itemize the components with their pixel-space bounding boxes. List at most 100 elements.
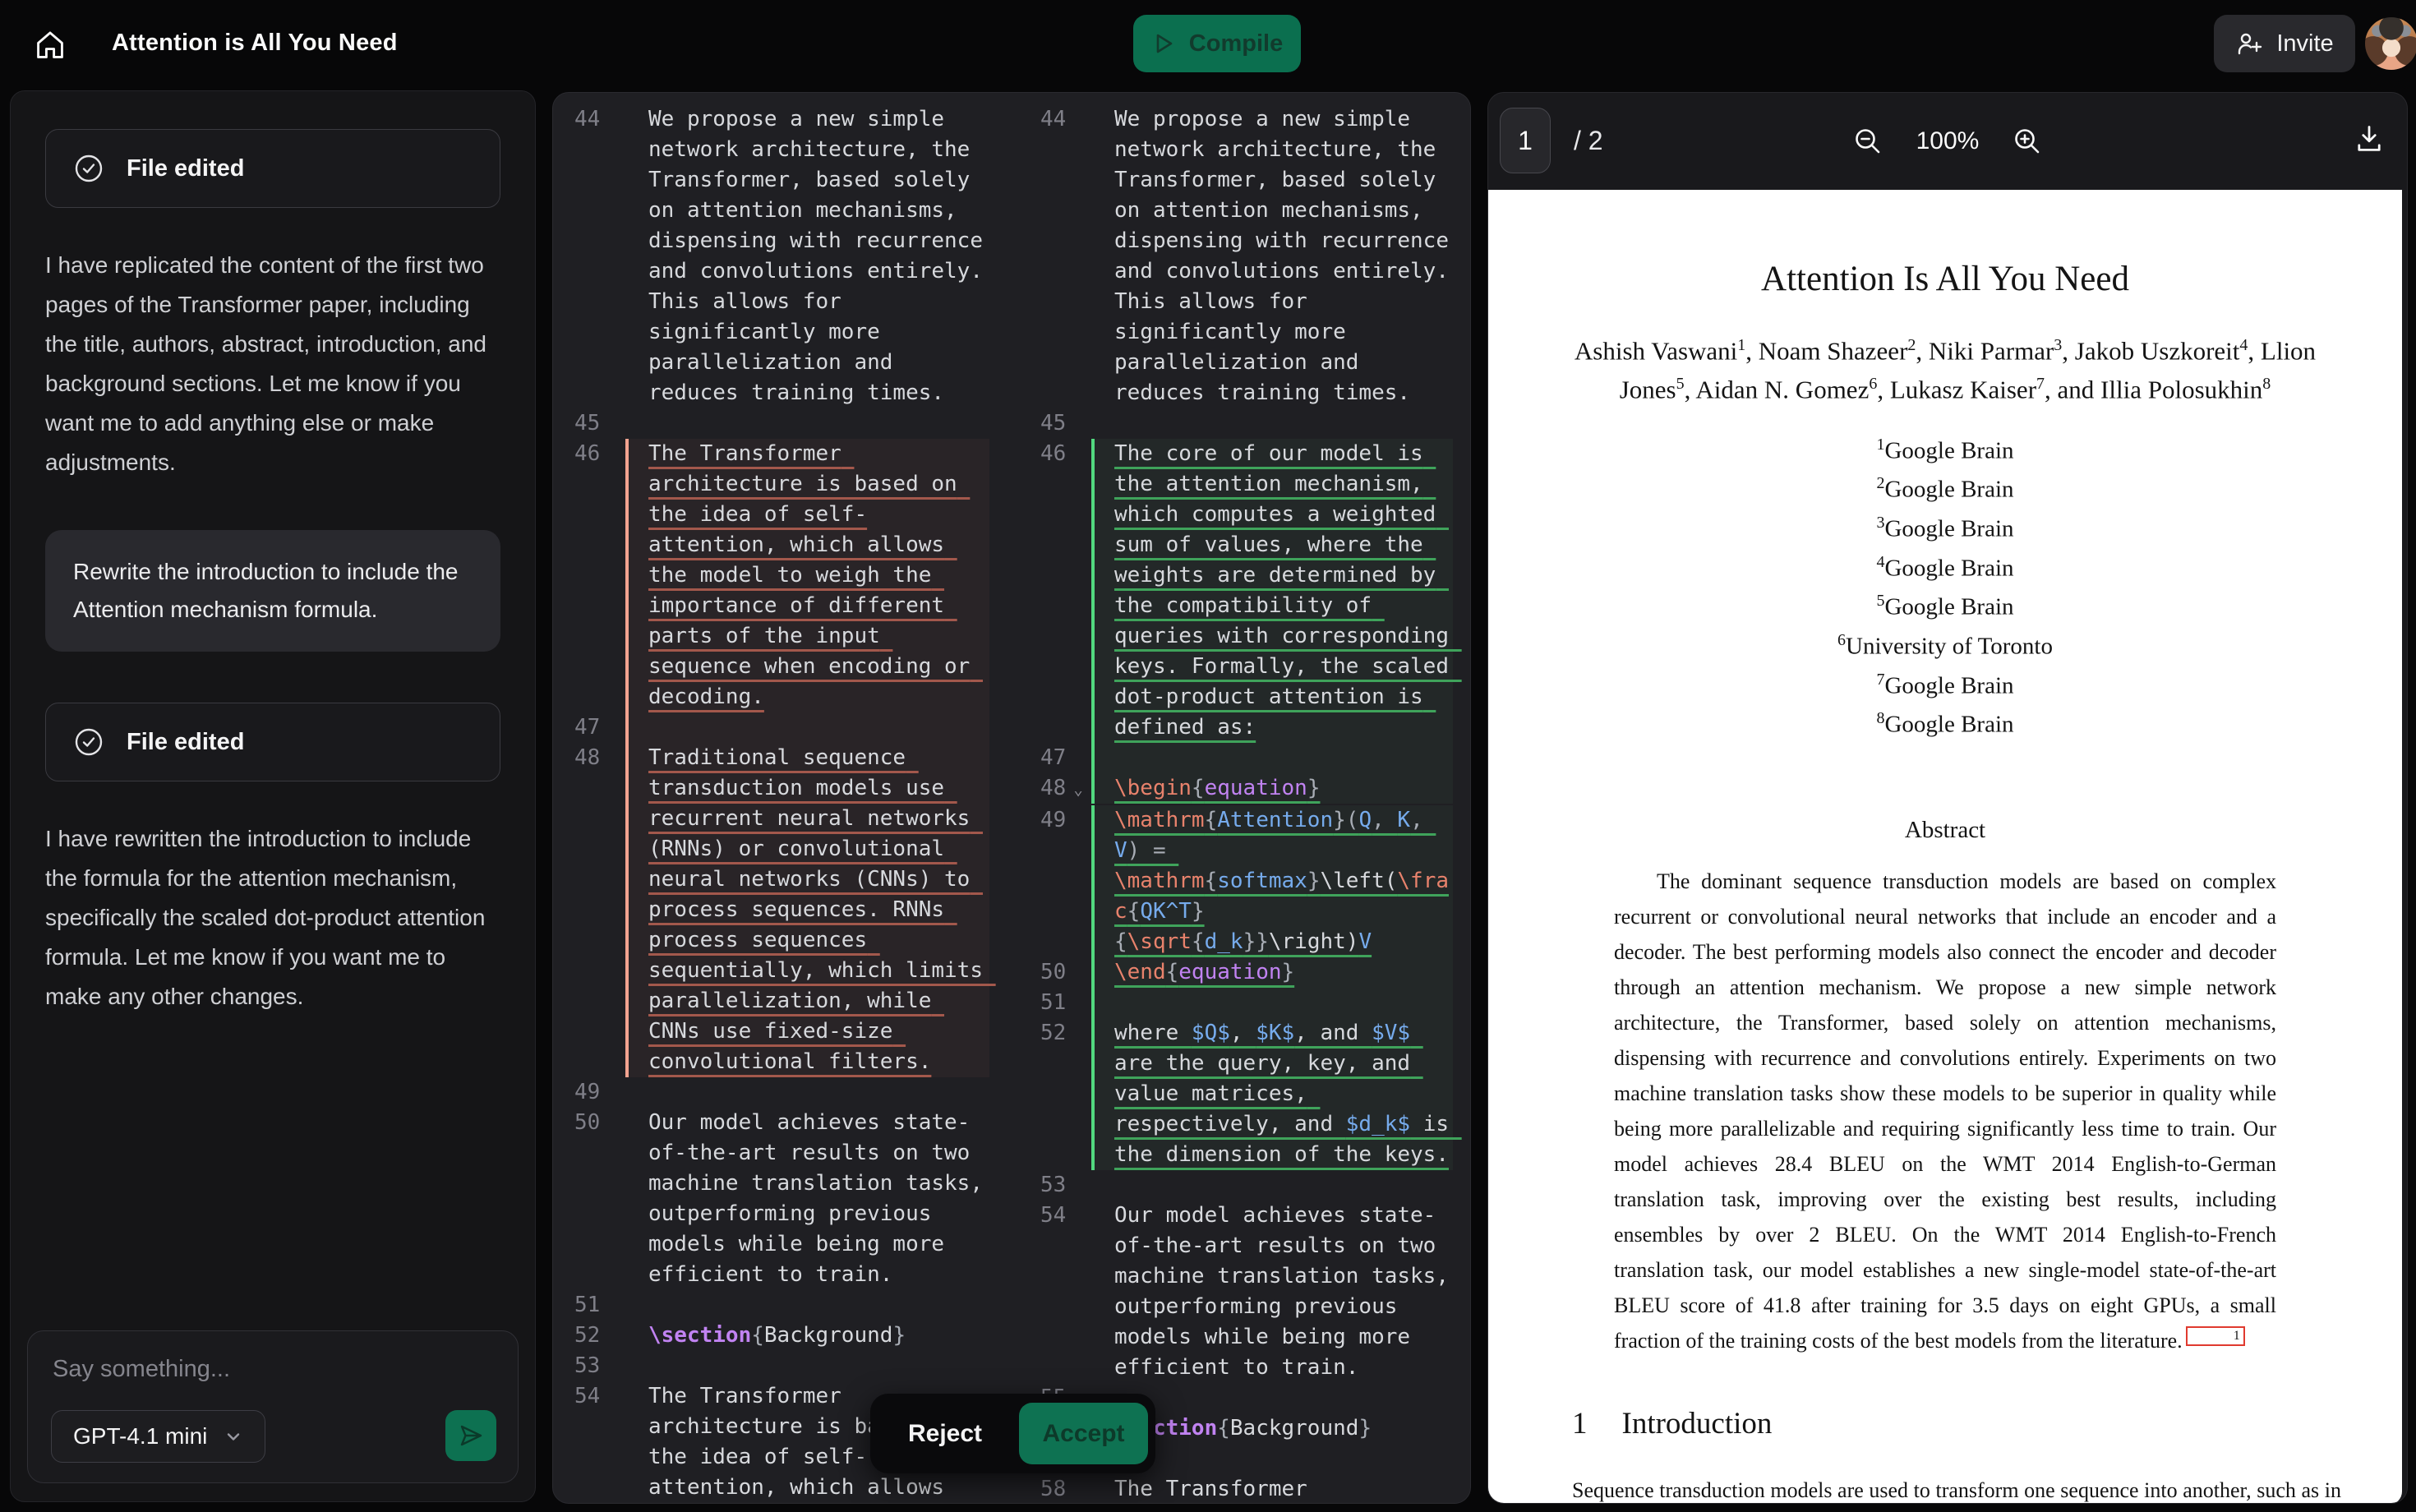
file-edited-label: File edited (127, 728, 245, 755)
code-line-added[interactable]: The core of our model is the attention m… (1091, 439, 1453, 743)
line-number: 54 (1040, 1203, 1067, 1228)
code-line-removed[interactable]: Traditional sequence transduction models… (625, 743, 989, 1077)
diff-row[interactable]: 50 \end{equation} (1019, 957, 1453, 988)
introduction-text: Sequence transduction models are used to… (1572, 1477, 2341, 1502)
assistant-message: I have rewritten the introduction to inc… (45, 826, 486, 1009)
accept-button[interactable]: Accept (1019, 1403, 1148, 1464)
diff-editor[interactable]: 44 We propose a new simple network archit… (552, 92, 1471, 1504)
chat-input-box[interactable]: Say something... GPT-4.1 mini (27, 1330, 519, 1483)
file-edited-card-1[interactable]: File edited (45, 129, 500, 208)
line-number: 47 (574, 715, 601, 740)
abstract-heading: Abstract (1904, 816, 1986, 843)
code-line-removed[interactable] (625, 712, 989, 743)
line-number: 46 (574, 441, 601, 466)
line-number: 44 (574, 107, 601, 131)
user-plus-icon (2235, 30, 2263, 58)
line-number: 44 (1040, 107, 1067, 131)
code-line-added[interactable]: \begin{equation} (1091, 773, 1453, 804)
model-selector[interactable]: GPT-4.1 mini (51, 1410, 266, 1463)
code-line[interactable] (1095, 408, 1453, 439)
paper-authors: Ashish Vaswani1, Noam Shazeer2, Niki Par… (1574, 336, 2317, 404)
affiliation-line: 7Google Brain (1876, 670, 2014, 699)
diff-row[interactable]: 51 (553, 1290, 989, 1321)
play-icon (1151, 31, 1176, 56)
invite-label: Invite (2276, 30, 2334, 57)
line-number: 58 (1040, 1477, 1067, 1501)
project-title: Attention is All You Need (112, 30, 398, 56)
code-line[interactable]: We propose a new simple network architec… (1095, 104, 1453, 408)
code-line[interactable] (629, 1077, 989, 1108)
code-line[interactable]: The Transformer architecture is based on… (1095, 1474, 1453, 1503)
diff-row[interactable]: 47 (1019, 743, 1453, 773)
abstract-text: The dominant sequence transduction model… (1614, 869, 2276, 1353)
fold-chevron-icon[interactable]: ⌄ (1073, 781, 1082, 799)
diff-row[interactable]: 46 The Transformer architecture is based … (553, 439, 989, 712)
code-line-added[interactable]: \mathrm{Attention}(Q, K, V) = \mathrm{so… (1091, 805, 1453, 957)
zoom-in-button[interactable] (2012, 126, 2043, 157)
line-number: 53 (574, 1353, 601, 1378)
code-line[interactable]: Our model achieves state-of-the-art resu… (629, 1108, 989, 1290)
reject-button[interactable]: Reject (908, 1420, 982, 1448)
diff-action-bar: Reject Accept (870, 1394, 1155, 1473)
model-selector-label: GPT-4.1 mini (73, 1423, 208, 1449)
line-number: 50 (574, 1110, 601, 1135)
diff-row[interactable]: 49 \mathrm{Attention}(Q, K, V) = \mathrm{… (1019, 805, 1453, 957)
diff-row[interactable]: 45 (1019, 408, 1453, 439)
diff-row[interactable]: 54 Our model achieves state-of-the-art re… (1019, 1201, 1453, 1383)
check-circle-icon (72, 726, 105, 758)
code-line[interactable] (629, 408, 989, 439)
download-button[interactable] (2353, 122, 2386, 155)
code-line[interactable] (629, 1290, 989, 1321)
send-button[interactable] (445, 1410, 496, 1461)
zoom-out-button[interactable] (1852, 126, 1883, 157)
line-number: 45 (574, 411, 601, 436)
code-line[interactable] (629, 1351, 989, 1381)
code-line-added[interactable]: where $Q$, $K$, and $V$ are the query, k… (1091, 1018, 1453, 1170)
affiliation-line: 6University of Toronto (1837, 630, 2053, 660)
compile-button[interactable]: Compile (1133, 15, 1301, 72)
section-title: Introduction (1621, 1406, 1773, 1441)
code-line[interactable]: Our model achieves state-of-the-art resu… (1095, 1201, 1453, 1383)
diff-row[interactable]: 47 (553, 712, 989, 743)
footnote-ref-box[interactable]: 1 (2185, 1326, 2245, 1347)
pdf-viewer: 1 / 2 100% Attention Is All You Need Ash… (1487, 92, 2408, 1504)
diff-row[interactable]: 46 The core of our model is the attention… (1019, 439, 1453, 743)
diff-row[interactable]: 58 The Transformer architecture is based … (1019, 1474, 1453, 1503)
code-line[interactable]: We propose a new simple network architec… (629, 104, 989, 408)
send-icon (457, 1422, 485, 1450)
line-number: 46 (1040, 441, 1067, 466)
diff-row[interactable]: 53 (1019, 1170, 1453, 1201)
diff-row[interactable]: 52 where $Q$, $K$, and $V$ are the query,… (1019, 1018, 1453, 1170)
diff-row[interactable]: 52 \section{Background} (553, 1321, 989, 1351)
code-line-removed[interactable]: The Transformer architecture is based on… (625, 439, 989, 712)
diff-pane-modified[interactable]: 44 We propose a new simple network archit… (1019, 104, 1453, 1503)
section-heading: 1 Introduction (1572, 1406, 2402, 1441)
diff-row[interactable]: 45 (553, 408, 989, 439)
zoom-level-label: 100% (1916, 127, 1980, 154)
diff-row[interactable]: 53 (553, 1351, 989, 1381)
diff-row[interactable]: 50 Our model achieves state-of-the-art re… (553, 1108, 989, 1290)
diff-row[interactable]: 49 (553, 1077, 989, 1108)
code-line-added[interactable] (1091, 988, 1453, 1018)
code-line[interactable]: \section{Background} (629, 1321, 989, 1351)
pdf-page[interactable]: Attention Is All You Need Ashish Vaswani… (1488, 190, 2402, 1503)
line-number: 48 ⌄ (1040, 776, 1083, 800)
diff-pane-original[interactable]: 44 We propose a new simple network archit… (553, 104, 989, 1503)
line-number: 47 (1040, 745, 1067, 770)
chat-input-placeholder: Say something... (53, 1356, 230, 1382)
line-number: 53 (1040, 1173, 1067, 1197)
affiliation-line: 2Google Brain (1876, 474, 2014, 503)
file-edited-card-2[interactable]: File edited (45, 703, 500, 781)
code-line-added[interactable]: \end{equation} (1091, 957, 1453, 988)
diff-row[interactable]: 44 We propose a new simple network archit… (1019, 104, 1453, 408)
home-button[interactable] (28, 23, 72, 67)
diff-row[interactable]: 44 We propose a new simple network archit… (553, 104, 989, 408)
code-line-added[interactable] (1091, 743, 1453, 773)
code-line[interactable] (1095, 1170, 1453, 1201)
diff-row[interactable]: 48 Traditional sequence transduction mode… (553, 743, 989, 1077)
line-number: 50 (1040, 960, 1067, 984)
diff-row[interactable]: 51 (1019, 988, 1453, 1018)
avatar[interactable] (2365, 17, 2416, 70)
diff-row[interactable]: 48 ⌄ \begin{equation} (1019, 773, 1453, 805)
invite-button[interactable]: Invite (2214, 15, 2355, 72)
